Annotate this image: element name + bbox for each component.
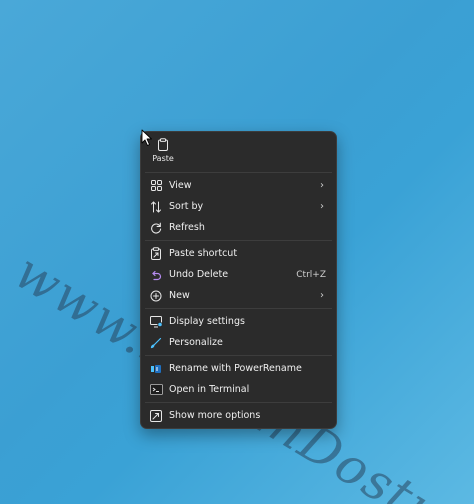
undo-icon: [149, 268, 163, 282]
chevron-right-icon: ›: [320, 180, 324, 191]
menu-item-refresh[interactable]: Refresh: [141, 217, 336, 238]
grid-icon: [149, 179, 163, 193]
menu-item-open-in-terminal[interactable]: Open in Terminal: [141, 379, 336, 400]
menu-item-rename-with-powerrename[interactable]: Rename with PowerRename: [141, 358, 336, 379]
clipboard-icon: [157, 138, 169, 151]
menu-item-label: Paste shortcut: [169, 248, 238, 259]
sort-arrows-icon: [149, 200, 163, 214]
terminal-icon: [149, 383, 163, 397]
menu-item-label: Open in Terminal: [169, 384, 250, 395]
mouse-pointer-icon: [141, 129, 152, 146]
brush-icon: [149, 336, 163, 350]
paste-shortcut-icon: [149, 247, 163, 261]
more-options-icon: [149, 409, 163, 423]
menu-item-label: Display settings: [169, 316, 245, 327]
menu-item-label: New: [169, 290, 190, 301]
menu-item-label: Rename with PowerRename: [169, 363, 302, 374]
menu-item-label: Undo Delete: [169, 269, 229, 280]
plus-circle-icon: [149, 289, 163, 303]
menu-item-undo-delete[interactable]: Undo Delete Ctrl+Z: [141, 264, 336, 285]
menu-item-new[interactable]: New ›: [141, 285, 336, 306]
paste-label: Paste: [152, 154, 174, 163]
chevron-right-icon: ›: [320, 201, 324, 212]
menu-item-label: Refresh: [169, 222, 205, 233]
menu-item-label: View: [169, 180, 192, 191]
menu-separator: [145, 172, 332, 173]
powerrename-icon: [149, 362, 163, 376]
menu-separator: [145, 402, 332, 403]
display-icon: [149, 315, 163, 329]
menu-separator: [145, 240, 332, 241]
context-menu: Paste View › Sort by › Refresh Paste sho…: [140, 131, 337, 429]
menu-item-sort-by[interactable]: Sort by ›: [141, 196, 336, 217]
menu-quick-actions: Paste: [141, 132, 336, 170]
menu-separator: [145, 355, 332, 356]
menu-item-label: Personalize: [169, 337, 223, 348]
menu-item-label: Show more options: [169, 410, 261, 421]
keyboard-shortcut: Ctrl+Z: [296, 269, 326, 280]
refresh-icon: [149, 221, 163, 235]
paste-button[interactable]: Paste: [151, 138, 175, 163]
menu-item-label: Sort by: [169, 201, 204, 212]
chevron-right-icon: ›: [320, 290, 324, 301]
menu-item-show-more-options[interactable]: Show more options: [141, 405, 336, 426]
menu-item-paste-shortcut[interactable]: Paste shortcut: [141, 243, 336, 264]
menu-item-personalize[interactable]: Personalize: [141, 332, 336, 353]
menu-item-display-settings[interactable]: Display settings: [141, 311, 336, 332]
menu-item-view[interactable]: View ›: [141, 175, 336, 196]
menu-separator: [145, 308, 332, 309]
